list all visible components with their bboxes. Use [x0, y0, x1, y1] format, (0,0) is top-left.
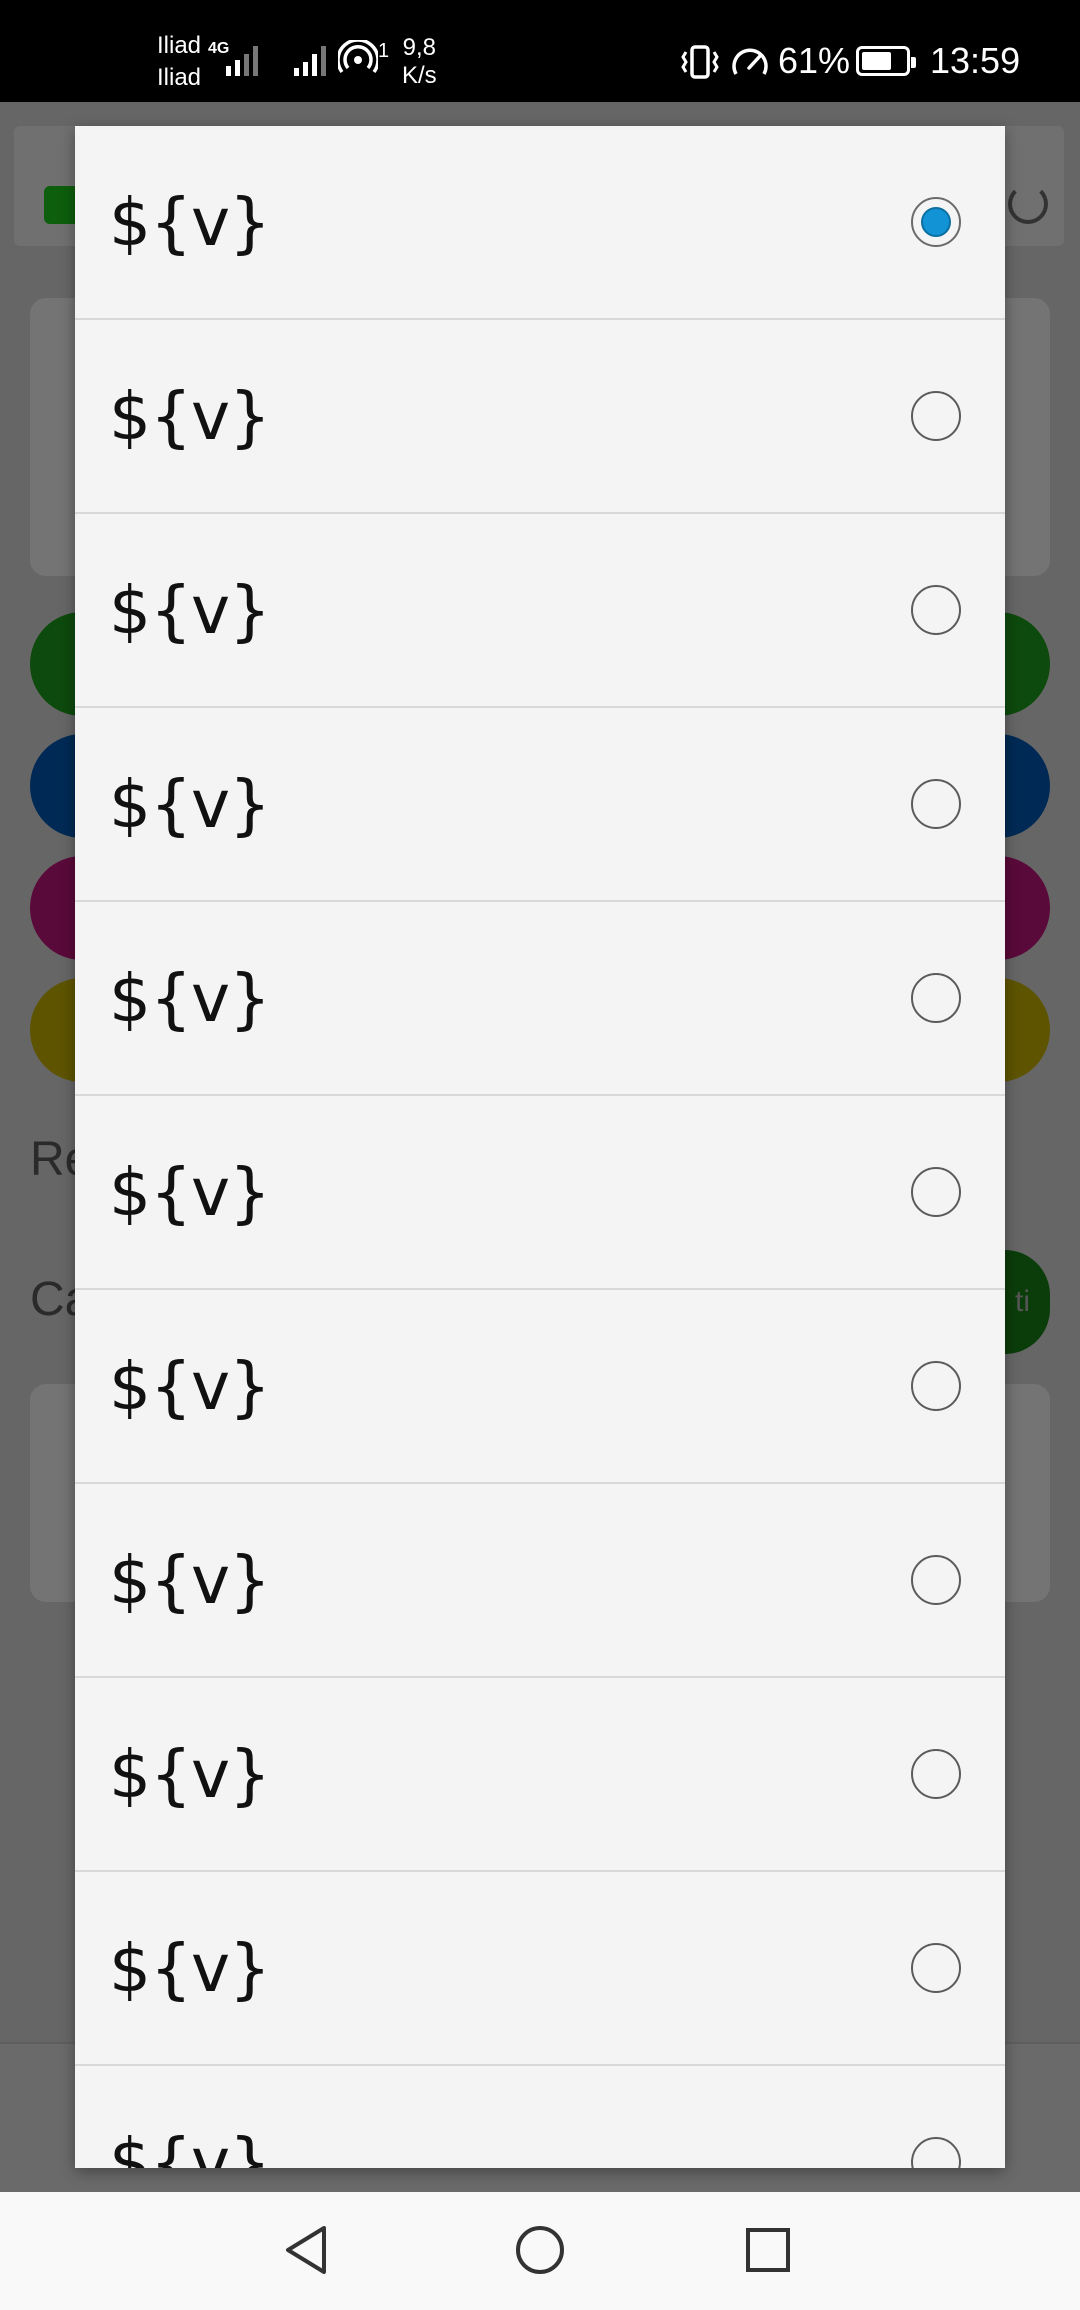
radio-button[interactable]: [911, 1361, 961, 1411]
radio-button[interactable]: [911, 1749, 961, 1799]
option-label: ${v}: [109, 2123, 271, 2169]
speed-value: 9,8: [402, 34, 437, 61]
radio-button[interactable]: [911, 779, 961, 829]
signal-strength-icon: [226, 46, 258, 76]
option-item-2[interactable]: ${v}: [75, 320, 1005, 514]
option-item-4[interactable]: ${v}: [75, 708, 1005, 902]
vibrate-icon: [681, 45, 719, 79]
option-label: ${v}: [109, 1541, 271, 1619]
carrier-names: Iliad Iliad: [157, 30, 201, 94]
carrier-2: Iliad: [157, 64, 202, 91]
battery-icon: [856, 46, 916, 76]
option-item-11[interactable]: ${v}: [75, 2066, 1005, 2168]
option-label: ${v}: [109, 571, 271, 649]
option-item-10[interactable]: ${v}: [75, 1872, 1005, 2066]
radio-button[interactable]: [911, 1167, 961, 1217]
option-item-9[interactable]: ${v}: [75, 1678, 1005, 1872]
network-speed: 9,8 K/s: [402, 34, 437, 90]
radio-button[interactable]: [911, 1943, 961, 1993]
option-item-5[interactable]: ${v}: [75, 902, 1005, 1096]
single-choice-dialog: ${v} ${v} ${v} ${v} ${v} ${v} ${v} ${v} …: [75, 126, 1005, 2168]
speedometer-icon: [732, 48, 768, 75]
back-icon[interactable]: [278, 2220, 338, 2280]
option-item-3[interactable]: ${v}: [75, 514, 1005, 708]
radio-button[interactable]: [911, 973, 961, 1023]
radio-button[interactable]: [911, 585, 961, 635]
speed-unit: K/s: [402, 62, 437, 89]
option-label: ${v}: [109, 1929, 271, 2007]
option-label: ${v}: [109, 1347, 271, 1425]
option-label: ${v}: [109, 183, 271, 261]
navigation-bar: [0, 2192, 1080, 2310]
option-item-7[interactable]: ${v}: [75, 1290, 1005, 1484]
recents-icon[interactable]: [738, 2220, 798, 2280]
radio-button[interactable]: [911, 2137, 961, 2168]
status-bar: Iliad Iliad 4G 1 9,8 K/s 61% 13:59: [0, 0, 1080, 102]
option-item-6[interactable]: ${v}: [75, 1096, 1005, 1290]
option-label: ${v}: [109, 377, 271, 455]
option-label: ${v}: [109, 1153, 271, 1231]
carrier-1: Iliad: [157, 32, 202, 59]
option-label: ${v}: [109, 959, 271, 1037]
option-label: ${v}: [109, 765, 271, 843]
option-label: ${v}: [109, 1735, 271, 1813]
radio-button[interactable]: [911, 391, 961, 441]
radio-button[interactable]: [911, 1555, 961, 1605]
hotspot-icon: [338, 40, 378, 74]
option-item-1[interactable]: ${v}: [75, 126, 1005, 320]
hotspot-count: 1: [378, 40, 390, 62]
battery-percent: 61%: [778, 40, 851, 81]
home-icon[interactable]: [510, 2220, 570, 2280]
signal-strength-2-icon: [294, 46, 326, 76]
refresh-icon: [1008, 184, 1048, 224]
radio-button-selected[interactable]: [911, 197, 961, 247]
clock: 13:59: [930, 40, 1021, 81]
option-item-8[interactable]: ${v}: [75, 1484, 1005, 1678]
